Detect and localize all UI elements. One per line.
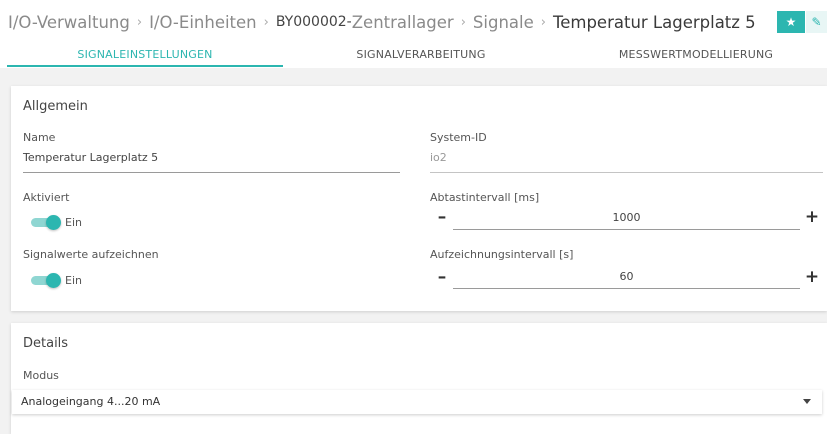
modus-select[interactable]: Analogeingang 4...20 mA xyxy=(12,390,822,414)
system-id-underline xyxy=(430,172,823,173)
active-tab-indicator xyxy=(7,65,283,67)
favorite-button[interactable]: ★ xyxy=(777,11,805,33)
aktiviert-label: Aktiviert xyxy=(23,191,70,204)
breadcrumb-separator: › xyxy=(460,14,466,30)
abtastintervall-label: Abtastintervall [ms] xyxy=(430,191,540,204)
breadcrumb-unit-id[interactable]: BY000002- xyxy=(276,14,352,30)
modus-label: Modus xyxy=(23,369,59,382)
edit-button[interactable]: ✎ xyxy=(806,11,827,33)
abtastintervall-input[interactable]: 1000 xyxy=(453,211,800,224)
system-id-label: System-ID xyxy=(430,131,487,144)
caret-down-icon xyxy=(803,399,811,404)
aufzeichnungsintervall-decrement-button[interactable]: – xyxy=(433,267,451,287)
breadcrumb-zentrallager[interactable]: Zentrallager xyxy=(352,13,454,32)
system-id-field: io2 xyxy=(430,151,447,164)
star-icon: ★ xyxy=(785,15,797,29)
abtastintervall-increment-button[interactable]: + xyxy=(803,207,821,227)
breadcrumb-io-einheiten[interactable]: I/O-Einheiten xyxy=(149,13,257,32)
header-bar: I/O-Verwaltung › I/O-Einheiten › BY00000… xyxy=(0,0,827,68)
aktiviert-toggle[interactable] xyxy=(31,215,61,230)
toggle-knob xyxy=(46,215,61,230)
signalwerte-state: Ein xyxy=(65,274,82,287)
tab-signalverarbeitung[interactable]: SIGNALVERARBEITUNG xyxy=(283,40,559,68)
aufzeichnungsintervall-underline xyxy=(453,288,800,289)
modus-selected-value: Analogeingang 4...20 mA xyxy=(21,395,161,408)
details-title: Details xyxy=(23,336,69,351)
tab-bar: SIGNALEINSTELLUNGEN SIGNALVERARBEITUNG M… xyxy=(0,40,827,68)
breadcrumb-separator: › xyxy=(136,14,143,30)
breadcrumb: I/O-Verwaltung › I/O-Einheiten › BY00000… xyxy=(8,9,756,35)
signalwerte-label: Signalwerte aufzeichnen xyxy=(23,248,159,261)
breadcrumb-separator: › xyxy=(540,14,546,30)
aufzeichnungsintervall-input[interactable]: 60 xyxy=(453,270,800,283)
name-field[interactable]: Temperatur Lagerplatz 5 xyxy=(23,151,158,164)
abtastintervall-underline xyxy=(453,229,800,230)
aktiviert-state: Ein xyxy=(65,216,82,229)
name-field-underline xyxy=(23,172,400,173)
allgemein-title: Allgemein xyxy=(23,99,88,114)
name-label: Name xyxy=(23,131,56,144)
breadcrumb-io-verwaltung[interactable]: I/O-Verwaltung xyxy=(8,13,130,32)
signalwerte-toggle[interactable] xyxy=(31,273,61,288)
page-title: Temperatur Lagerplatz 5 xyxy=(552,12,756,32)
breadcrumb-signale[interactable]: Signale xyxy=(473,13,534,32)
aufzeichnungsintervall-label: Aufzeichnungsintervall [s] xyxy=(430,248,574,261)
details-card xyxy=(11,323,827,434)
tab-messwertmodellierung[interactable]: MESSWERTMODELLIERUNG xyxy=(565,40,827,68)
breadcrumb-separator: › xyxy=(263,14,269,30)
abtastintervall-decrement-button[interactable]: – xyxy=(433,207,451,227)
aufzeichnungsintervall-increment-button[interactable]: + xyxy=(803,267,821,287)
pencil-icon: ✎ xyxy=(811,15,822,29)
tab-signaleinstellungen[interactable]: SIGNALEINSTELLUNGEN xyxy=(7,40,283,68)
toggle-knob xyxy=(46,273,61,288)
